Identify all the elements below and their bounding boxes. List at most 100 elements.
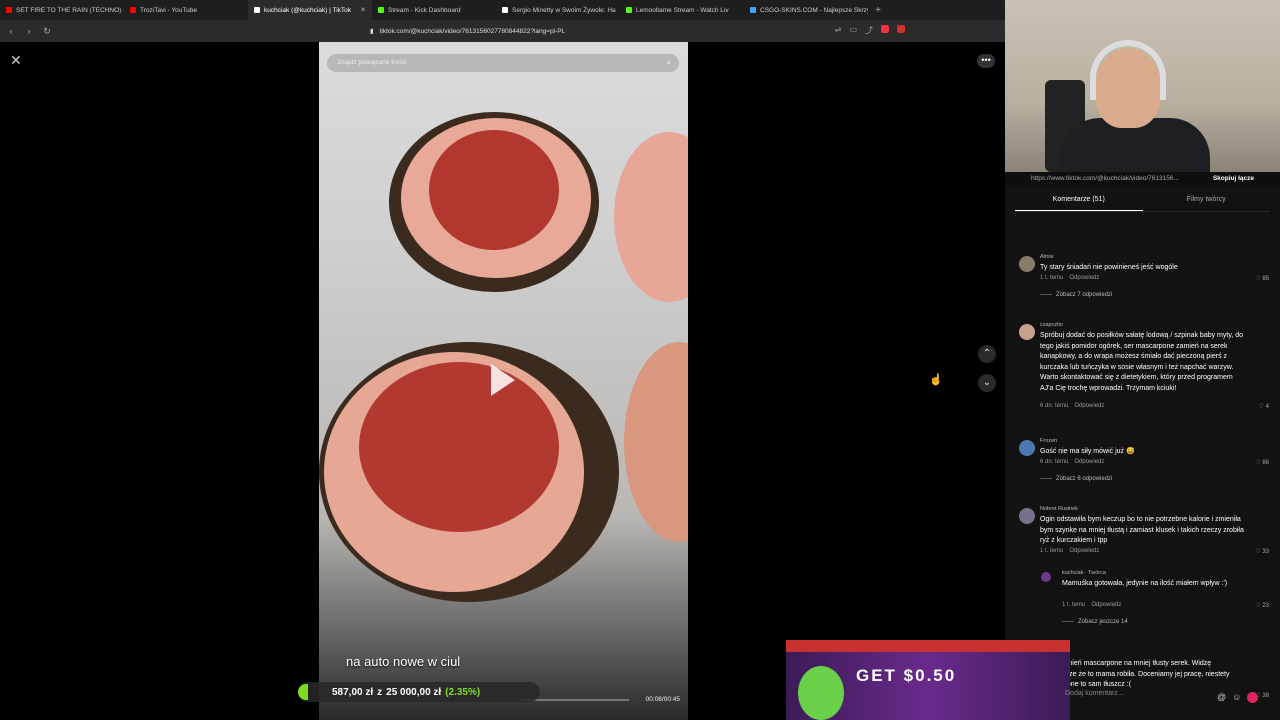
ad-header-strip: [786, 640, 1070, 652]
comment-text: Spróbuj dodać do posiłków sałatę lodową …: [1040, 332, 1243, 392]
next-video-button[interactable]: ⌄: [978, 374, 996, 392]
send-icon[interactable]: [1247, 692, 1259, 703]
reply-button[interactable]: Odpowiedz: [1091, 602, 1121, 608]
reply-button[interactable]: Odpowiedz: [1069, 548, 1099, 554]
tab-label: Sergio Minetty w Swoim Żywole: Ha: [512, 6, 616, 14]
like-count[interactable]: ♡ 23: [1255, 602, 1269, 609]
comment-meta: 1 t. temu Odpowiedz: [1040, 548, 1099, 554]
translate-icon[interactable]: ⇌: [835, 25, 842, 36]
comment-time: 6 dn. temu: [1040, 459, 1069, 465]
previous-video-button[interactable]: ⌃: [978, 345, 996, 363]
share-icon[interactable]: ⤴: [865, 25, 873, 36]
browser-nav-bar: ‹ › ↻ ▮ tiktok.com/@kuchciak/video/76131…: [0, 20, 1005, 42]
search-icon[interactable]: ⌕: [666, 57, 671, 68]
like-count[interactable]: ♡ 86: [1255, 459, 1269, 466]
ad-mascot: [798, 666, 844, 720]
donation-current: 587,00 zł: [332, 686, 374, 698]
toast-right-bottom: [624, 342, 688, 542]
comment-time: 1 t. temu: [1062, 602, 1086, 608]
comment-time: 6 dn. temu: [1040, 403, 1069, 409]
tab-label: Stream - Kick Dashboard: [388, 6, 461, 14]
comment-text: Gość nie ma siły mówić już 😅: [1040, 448, 1135, 455]
comment-username[interactable]: Almie: [1040, 254, 1054, 260]
search-input[interactable]: Znajdź powiązane treści ⌕: [327, 54, 679, 72]
like-count[interactable]: ♡ 4: [1259, 403, 1269, 410]
comment-text: Ogin odstawiła bym keczup bo to nie potr…: [1040, 516, 1244, 544]
reply-button[interactable]: Odpowiedz: [1074, 403, 1104, 409]
browser-tab[interactable]: Stream - Kick Dashboard: [372, 0, 496, 20]
close-icon[interactable]: ✕: [10, 52, 22, 69]
comment-username[interactable]: Nobret Rusinek: [1040, 506, 1078, 512]
ad-text: GET $0.50: [856, 666, 957, 685]
tab-favicon-icon: [378, 7, 384, 13]
tab-creator-videos[interactable]: Filmy twórcy: [1143, 186, 1271, 211]
avatar[interactable]: [1041, 572, 1051, 582]
view-replies-button[interactable]: Zobacz 7 odpowiedzi: [1040, 292, 1112, 298]
tab-comments[interactable]: Komentarze (51): [1015, 186, 1143, 211]
url-text: tiktok.com/@kuchciak/video/7613156027780…: [379, 27, 566, 35]
screen-icon[interactable]: ▭: [849, 25, 857, 36]
browser-tab[interactable]: kuchciak (@kuchciak) | TikTok ✕: [248, 0, 372, 20]
heart-icon[interactable]: ♡: [1259, 404, 1266, 410]
like-number: 38: [1262, 693, 1269, 699]
ad-banner[interactable]: GET $0.50: [786, 640, 1070, 720]
new-tab-icon[interactable]: +: [868, 5, 888, 16]
avatar[interactable]: [1019, 440, 1035, 456]
tab-label: Lemooltame Stream - Watch Liv: [636, 6, 729, 14]
avatar[interactable]: [1019, 508, 1035, 524]
headset: [1090, 40, 1166, 100]
address-bar[interactable]: ▮ tiktok.com/@kuchciak/video/76131560277…: [370, 24, 565, 38]
donation-percent: (2.35%): [445, 686, 481, 698]
comment-meta: 1 t. temu Odpowiedz: [1040, 275, 1099, 281]
view-replies-button[interactable]: Zobacz 6 odpowiedzi: [1040, 476, 1112, 482]
comment-username[interactable]: kuchciak · Twórca: [1062, 570, 1106, 576]
tab-label: SET FIRE TO THE RAIN (TECHNO) - Y: [16, 6, 124, 14]
brave-shield-icon[interactable]: [881, 25, 889, 33]
view-replies-button[interactable]: Zobacz jeszcze 14: [1062, 619, 1128, 625]
like-count[interactable]: ♡ 85: [1255, 275, 1269, 282]
tab-favicon-icon: [254, 7, 260, 13]
comment-meta: 1 t. temu Odpowiedz: [1062, 602, 1121, 608]
avatar[interactable]: [1019, 256, 1035, 272]
browser-tab[interactable]: SET FIRE TO THE RAIN (TECHNO) - Y: [0, 0, 124, 20]
webcam-overlay: [1005, 0, 1280, 172]
browser-tab[interactable]: Lemooltame Stream - Watch Liv: [620, 0, 744, 20]
comment-meta: 6 dn. temu Odpowiedz: [1040, 403, 1104, 409]
reply-button[interactable]: Odpowiedz: [1074, 459, 1104, 465]
copy-link-button[interactable]: Skopiuj łącze: [1213, 175, 1254, 182]
ketchup: [429, 130, 559, 250]
tiktok-video-page: ✕ ••• Znajdź powiązane treści ⌕ na auto …: [0, 42, 1005, 720]
bookmark-icon[interactable]: ▮: [370, 27, 374, 35]
emoji-icon[interactable]: ☺: [1232, 692, 1241, 703]
extension-icon[interactable]: [897, 25, 905, 33]
tab-favicon-icon: [130, 7, 136, 13]
tab-label: TroziTavi - YouTube: [140, 6, 197, 14]
reload-icon[interactable]: ↻: [40, 26, 54, 37]
share-link[interactable]: https://www.tiktok.com/@kuchciak/video/7…: [1031, 175, 1179, 182]
comment-input-actions: @ ☺: [1217, 692, 1259, 703]
panel-tabs: Komentarze (51) Filmy twórcy: [1015, 186, 1270, 212]
browser-tab[interactable]: Sergio Minetty w Swoim Żywole: Ha: [496, 0, 620, 20]
tab-favicon-icon: [750, 7, 756, 13]
like-number: 86: [1262, 460, 1269, 466]
forward-icon[interactable]: ›: [22, 26, 36, 36]
comment-username[interactable]: czapczito: [1040, 322, 1063, 328]
play-icon[interactable]: [491, 364, 515, 396]
reply-button[interactable]: Odpowiedz: [1069, 275, 1099, 281]
video-player[interactable]: Znajdź powiązane treści ⌕ na auto nowe w…: [319, 42, 688, 720]
avatar[interactable]: [1019, 324, 1035, 340]
browser-tab[interactable]: CSGO-SKINS.COM - Najlepsze Skrzy: [744, 0, 868, 20]
comment-input[interactable]: Dodaj komentarz...: [1065, 690, 1124, 697]
more-options-button[interactable]: •••: [977, 54, 995, 68]
tab-label: CSGO-SKINS.COM - Najlepsze Skrzy: [760, 6, 868, 14]
browser-tab[interactable]: TroziTavi - YouTube: [124, 0, 248, 20]
ketchup-bottom: [359, 362, 559, 532]
back-icon[interactable]: ‹: [4, 26, 18, 36]
video-time: 00:08/00:45: [645, 696, 680, 703]
tab-close-icon[interactable]: ✕: [360, 6, 366, 14]
browser-tab-bar: SET FIRE TO THE RAIN (TECHNO) - Y TroziTa…: [0, 0, 1005, 20]
mention-icon[interactable]: @: [1217, 692, 1226, 703]
browser-actions: ⇌ ▭ ⤴: [835, 25, 905, 36]
like-count[interactable]: ♡ 33: [1255, 548, 1269, 555]
comment-username[interactable]: Frozen: [1040, 438, 1057, 444]
